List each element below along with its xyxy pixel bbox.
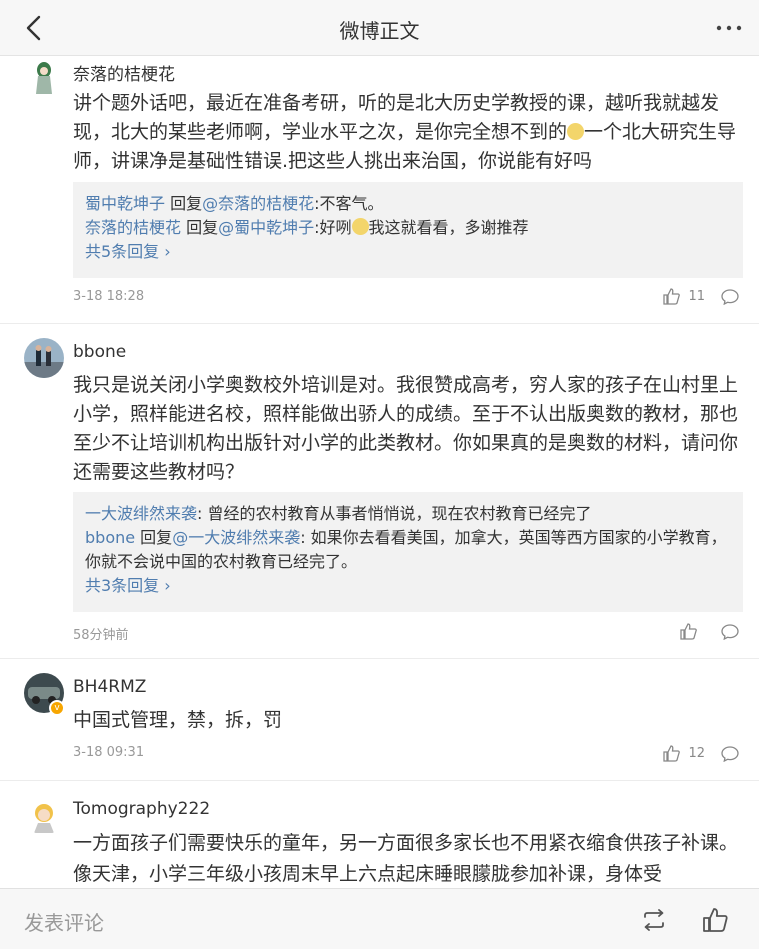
username[interactable]: 奈落的桔梗花 bbox=[73, 60, 175, 85]
reply-mention[interactable]: @一大波绯然来袭 bbox=[172, 528, 300, 547]
comment-item: 奈落的桔梗花 讲个题外话吧，最近在准备考研，听的是北大历史学教授的课，越听我就越… bbox=[0, 56, 759, 324]
reply-box: 蜀中乾坤子 回复@奈落的桔梗花:不客气。 奈落的桔梗花 回复@蜀中乾坤子:好咧我… bbox=[73, 182, 743, 278]
comment-input[interactable]: 发表评论 bbox=[24, 907, 104, 936]
emoji-icon bbox=[567, 123, 585, 140]
thumbs-up-icon bbox=[680, 623, 697, 640]
like-button[interactable]: 11 bbox=[663, 288, 705, 305]
comment-text: 中国式管理，禁，拆，罚 bbox=[73, 709, 283, 731]
reply-line: 奈落的桔梗花 回复@蜀中乾坤子:好咧 我这就看看，多谢推荐 bbox=[85, 218, 529, 237]
avatar[interactable] bbox=[24, 795, 64, 835]
like-count: 11 bbox=[688, 289, 705, 304]
comment-time: 58分钟前 bbox=[73, 628, 129, 643]
reply-line: 一大波绯然来袭: 曾经的农村教育从事者悄悄说，现在农村教育已经完了 bbox=[85, 504, 592, 523]
like-count: 12 bbox=[688, 746, 705, 761]
thumbs-up-icon[interactable] bbox=[702, 907, 728, 933]
comment-time: 3-18 18:28 bbox=[73, 289, 145, 304]
username[interactable]: BH4RMZ bbox=[73, 677, 146, 697]
more-replies-link[interactable]: 共5条回复 › bbox=[85, 240, 731, 264]
reply-mention[interactable]: @蜀中乾坤子 bbox=[218, 218, 314, 237]
comment-item: v BH4RMZ 中国式管理，禁，拆，罚 3-18 09:31 12 bbox=[0, 659, 759, 781]
page-title: 微博正文 bbox=[339, 19, 420, 43]
like-button[interactable]: 12 bbox=[663, 745, 705, 762]
reply-comment-icon[interactable] bbox=[721, 289, 739, 305]
reply-box: 一大波绯然来袭: 曾经的农村教育从事者悄悄说，现在农村教育已经完了 bbone … bbox=[73, 492, 743, 612]
reply-author[interactable]: 奈落的桔梗花 bbox=[85, 218, 181, 237]
reply-author[interactable]: bbone bbox=[85, 528, 135, 547]
top-bar: 微博正文 bbox=[0, 0, 759, 56]
reply-mention[interactable]: @奈落的桔梗花 bbox=[202, 194, 314, 213]
reply-author[interactable]: 一大波绯然来袭 bbox=[85, 504, 197, 523]
thumbs-up-icon bbox=[663, 288, 681, 305]
reply-line: 蜀中乾坤子 回复@奈落的桔梗花:不客气。 bbox=[85, 194, 384, 213]
more-options-icon[interactable] bbox=[715, 18, 743, 38]
username[interactable]: bbone bbox=[73, 342, 126, 362]
comment-text: 我只是说关闭小学奥数校外培训是对。我很赞成高考，穷人家的孩子在山村里上小学，照样… bbox=[73, 374, 739, 483]
avatar[interactable] bbox=[24, 338, 64, 378]
chevron-right-icon: › bbox=[164, 242, 171, 261]
comment-text: 一方面孩子们需要快乐的童年，另一方面很多家长也不用紧衣缩食供孩子补课。像天津，小… bbox=[73, 832, 739, 885]
comment-time: 3-18 09:31 bbox=[73, 745, 145, 760]
reply-comment-icon[interactable] bbox=[721, 746, 739, 762]
comment-item: Tomography222 一方面孩子们需要快乐的童年，另一方面很多家长也不用紧… bbox=[0, 781, 759, 888]
more-replies-link[interactable]: 共3条回复 › bbox=[85, 574, 731, 598]
thumbs-up-icon bbox=[663, 745, 681, 762]
reply-author[interactable]: 蜀中乾坤子 bbox=[85, 194, 165, 213]
emoji-icon bbox=[351, 218, 369, 235]
avatar[interactable] bbox=[24, 58, 64, 98]
chevron-right-icon: › bbox=[164, 576, 171, 595]
bottom-bar: 发表评论 bbox=[0, 888, 759, 949]
like-button[interactable] bbox=[680, 623, 705, 640]
comment-text: 讲个题外话吧，最近在准备考研，听的是北大历史学教授的课，越听我就越发现，北大的某… bbox=[73, 92, 737, 172]
reply-line: bbone 回复@一大波绯然来袭: 如果你去看看美国，加拿大，英国等西方国家的小… bbox=[85, 528, 727, 571]
repost-icon[interactable] bbox=[641, 908, 667, 932]
verified-badge: v bbox=[49, 700, 65, 716]
username[interactable]: Tomography222 bbox=[73, 799, 210, 819]
comment-list: 奈落的桔梗花 讲个题外话吧，最近在准备考研，听的是北大历史学教授的课，越听我就越… bbox=[0, 56, 759, 888]
reply-comment-icon[interactable] bbox=[721, 624, 739, 640]
comment-item: bbone 我只是说关闭小学奥数校外培训是对。我很赞成高考，穷人家的孩子在山村里… bbox=[0, 324, 759, 659]
